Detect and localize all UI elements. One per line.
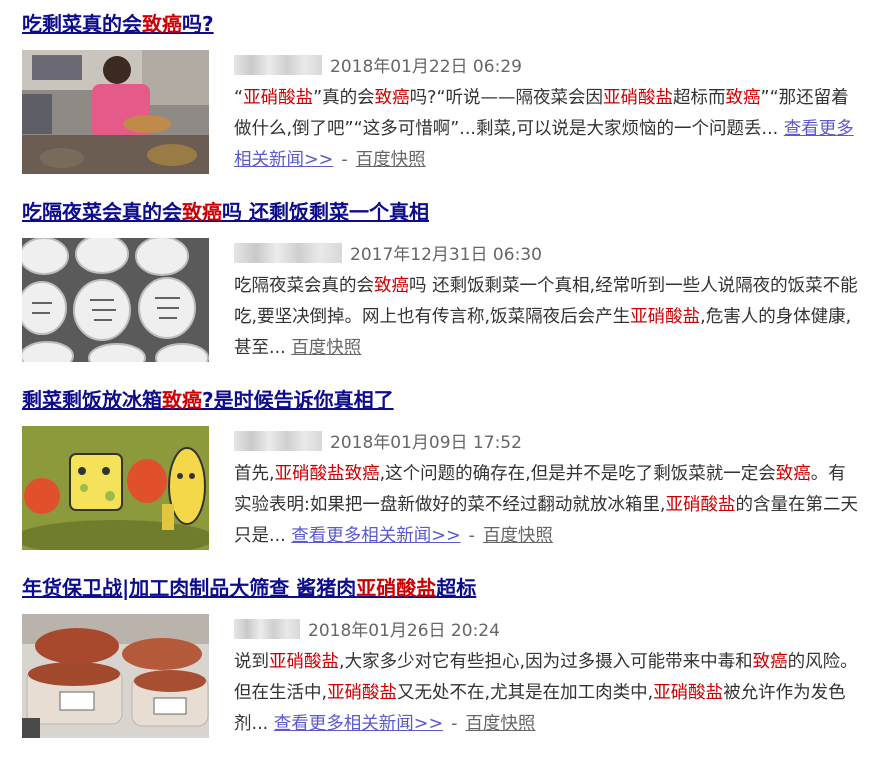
title-text: 超标 [436,576,477,600]
abstract-highlight: 癌 [743,88,761,108]
result-thumbnail[interactable] [22,238,209,362]
result-info: 2017年12月31日 06:30 吃隔夜菜会真的会致癌吗 还剩饭剩菜一个真相,… [234,240,862,364]
separator: - [451,714,458,734]
snapshot-link[interactable]: 百度快照 [356,150,426,170]
separator: - [341,150,348,170]
result-meta: 2018年01月26日 20:24 [234,616,862,647]
more-news-link[interactable]: 查看更多相关新闻>> [291,526,460,546]
result-thumbnail[interactable] [22,614,209,738]
title-text: 吗? [182,12,214,36]
title-highlight: 致癌 [162,388,202,412]
abstract-highlight: 亚硝酸盐致癌 [274,464,380,484]
result-info: 2018年01月26日 20:24 说到亚硝酸盐,大家多少对它有些担心,因为过多… [234,616,862,740]
abstract-text: 吗?“听说——隔夜菜会因 [409,88,604,108]
abstract-highlight: 亚硝酸盐 [603,88,674,108]
abstract-text: 超标而 [673,88,726,108]
blurred-source [234,243,342,263]
abstract-text: 首先, [234,464,275,484]
title-text: 吗 还剩饭剩菜一个真相 [222,200,429,224]
title-text: 年货保卫战|加工肉制品大筛查 酱猪肉 [22,576,357,600]
abstract-text: 吃隔夜菜会真的会 [234,276,374,296]
title-highlight: 致癌 [142,12,182,36]
snapshot-link[interactable]: 百度快照 [465,714,535,734]
result-item: 吃剩菜真的会致癌吗? 2018年01月22日 06:29 “亚硝酸盐”真的会致癌… [22,10,874,180]
abstract-highlight: 致癌 [775,464,811,484]
result-item: 吃隔夜菜会真的会致癌吗 还剩饭剩菜一个真相 2017年12月31日 06:30 … [22,198,874,368]
snapshot-link[interactable]: 百度快照 [483,526,553,546]
result-date: 2018年01月26日 20:24 [308,621,500,641]
abstract-text: “ [234,88,244,108]
abstract-highlight: 亚硝酸盐 [269,652,339,672]
result-date: 2018年01月22日 06:29 [330,57,522,77]
title-highlight: 致癌 [182,200,222,224]
result-abstract: 吃隔夜菜会真的会致癌吗 还剩饭剩菜一个真相,经常听到一些人说隔夜的饭菜不能吃,要… [234,271,862,364]
title-text: 吃剩菜真的会 [22,12,142,36]
snapshot-link[interactable]: 百度快照 [291,338,361,358]
title-text: 剩菜剩饭放冰箱 [22,388,162,412]
result-title-link[interactable]: 吃隔夜菜会真的会致癌吗 还剩饭剩菜一个真相 [22,198,429,226]
result-item: 年货保卫战|加工肉制品大筛查 酱猪肉亚硝酸盐超标 2018年01月26日 20:… [22,574,874,749]
result-abstract: 首先,亚硝酸盐致癌,这个问题的确存在,但是并不是吃了剩饭菜就一定会致癌。有实验表… [234,459,862,552]
abstract-text: ”真的会 [313,88,375,108]
result-title-link[interactable]: 年货保卫战|加工肉制品大筛查 酱猪肉亚硝酸盐超标 [22,574,476,602]
blurred-source [234,619,300,639]
abstract-highlight: 致癌 [374,88,410,108]
abstract-highlight: 致癌 [752,652,788,672]
result-info: 2018年01月09日 17:52 首先,亚硝酸盐致癌,这个问题的确存在,但是并… [234,428,862,552]
result-meta: 2018年01月09日 17:52 [234,428,862,459]
result-thumbnail[interactable] [22,50,209,174]
result-item: 剩菜剩饭放冰箱致癌?是时候告诉你真相了 2018年01月09日 17:52 首先… [22,386,874,556]
title-text: 吃隔夜菜会真的会 [22,200,182,224]
abstract-text: ,大家多少对它有些担心,因为过多摄入可能带来中毒和 [339,652,753,672]
title-text: ?是时候告诉你真相了 [202,388,394,412]
abstract-text: 又无处不在,尤其是在加工肉类中, [397,683,654,703]
abstract-highlight: 亚硝酸盐 [665,495,736,515]
search-results: 吃剩菜真的会致癌吗? 2018年01月22日 06:29 “亚硝酸盐”真的会致癌… [0,0,880,757]
abstract-text: ,这个问题的确存在,但是并不是吃了剩饭菜就一定会 [379,464,776,484]
result-date: 2017年12月31日 06:30 [350,245,542,265]
result-date: 2018年01月09日 17:52 [330,433,522,453]
result-meta: 2018年01月22日 06:29 [234,52,862,83]
blurred-source [234,55,322,75]
more-news-link[interactable]: 查看更多相关新闻>> [274,714,443,734]
abstract-highlight: 硝酸盐 [647,307,701,327]
abstract-highlight: 亚硝酸盐 [243,88,314,108]
result-title-link[interactable]: 剩菜剩饭放冰箱致癌?是时候告诉你真相了 [22,386,394,414]
abstract-highlight: 致 [725,88,744,108]
result-title-link[interactable]: 吃剩菜真的会致癌吗? [22,10,214,38]
result-abstract: “亚硝酸盐”真的会致癌吗?“听说——隔夜菜会因亚硝酸盐超标而致癌”“那还留着做什… [234,83,862,176]
abstract-highlight: 亚 [630,307,648,327]
result-meta: 2017年12月31日 06:30 [234,240,862,271]
result-thumbnail[interactable] [22,426,209,550]
result-abstract: 说到亚硝酸盐,大家多少对它有些担心,因为过多摄入可能带来中毒和致癌的风险。但在生… [234,647,862,740]
abstract-text: 说到 [234,652,269,672]
result-info: 2018年01月22日 06:29 “亚硝酸盐”真的会致癌吗?“听说——隔夜菜会… [234,52,862,176]
abstract-highlight: 致癌 [374,276,409,296]
blurred-source [234,431,322,451]
abstract-highlight: 亚硝酸盐 [327,683,398,703]
abstract-highlight: 亚硝酸盐 [653,683,724,703]
title-highlight: 亚硝酸盐 [356,576,437,600]
separator: - [468,526,475,546]
